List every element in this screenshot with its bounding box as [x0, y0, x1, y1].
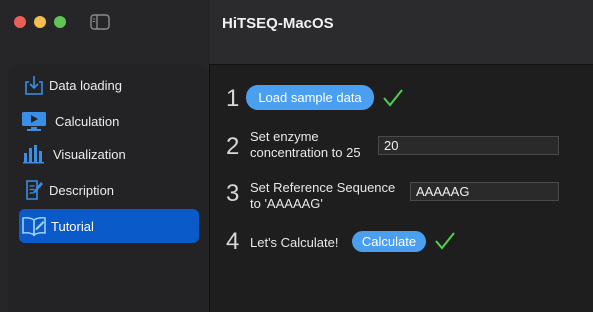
sidebar-item-tutorial[interactable]: Tutorial [19, 209, 199, 243]
app-window: Data loading Calculation Visualization D… [0, 0, 593, 312]
step-number: 4 [226, 228, 240, 255]
zoom-window-button[interactable] [54, 16, 66, 28]
step-instruction-line: to 'AAAAAG' [250, 196, 323, 211]
checkmark-icon [435, 232, 455, 250]
titlebar: HiTSEQ-MacOS [210, 0, 593, 65]
step-number: 3 [226, 180, 240, 207]
monitor-play-icon [19, 109, 49, 133]
close-window-button[interactable] [14, 16, 26, 28]
minimize-window-button[interactable] [34, 16, 46, 28]
sidebar-item-label: Description [49, 182, 115, 198]
sidebar-item-label: Visualization [53, 146, 126, 162]
app-title: HiTSEQ-MacOS [222, 15, 334, 32]
bar-chart-icon [19, 142, 49, 166]
sidebar-item-calculation[interactable]: Calculation [19, 104, 199, 138]
reference-sequence-input[interactable] [410, 182, 559, 201]
sidebar-item-visualization[interactable]: Visualization [19, 137, 199, 171]
open-book-icon [19, 214, 49, 238]
step-instruction-line: concentration to 25 [250, 145, 361, 160]
sidebar-toggle-icon[interactable] [90, 14, 110, 30]
step-instruction: Set Reference Sequence to 'AAAAAG' [250, 180, 395, 212]
step-number: 1 [226, 85, 240, 112]
sidebar-item-data-loading[interactable]: Data loading [19, 68, 199, 102]
step-number: 2 [226, 133, 240, 160]
sidebar: Data loading Calculation Visualization D… [0, 0, 210, 312]
load-sample-data-button[interactable]: Load sample data [246, 85, 374, 110]
tutorial-content: 1 Load sample data 2 Set enzyme concentr… [210, 65, 593, 312]
document-edit-icon [19, 178, 49, 202]
calculate-button[interactable]: Calculate [352, 231, 426, 252]
step-instruction: Set enzyme concentration to 25 [250, 129, 361, 161]
download-icon [19, 73, 49, 97]
sidebar-item-description[interactable]: Description [19, 173, 199, 207]
checkmark-icon [383, 89, 403, 107]
sidebar-item-label: Tutorial [51, 218, 94, 234]
step-instruction: Let's Calculate! [250, 235, 339, 250]
sidebar-item-label: Data loading [49, 77, 122, 93]
enzyme-concentration-input[interactable] [378, 136, 559, 155]
sidebar-item-label: Calculation [55, 113, 120, 129]
step-instruction-line: Set enzyme [250, 129, 319, 144]
step-instruction-line: Set Reference Sequence [250, 180, 396, 195]
